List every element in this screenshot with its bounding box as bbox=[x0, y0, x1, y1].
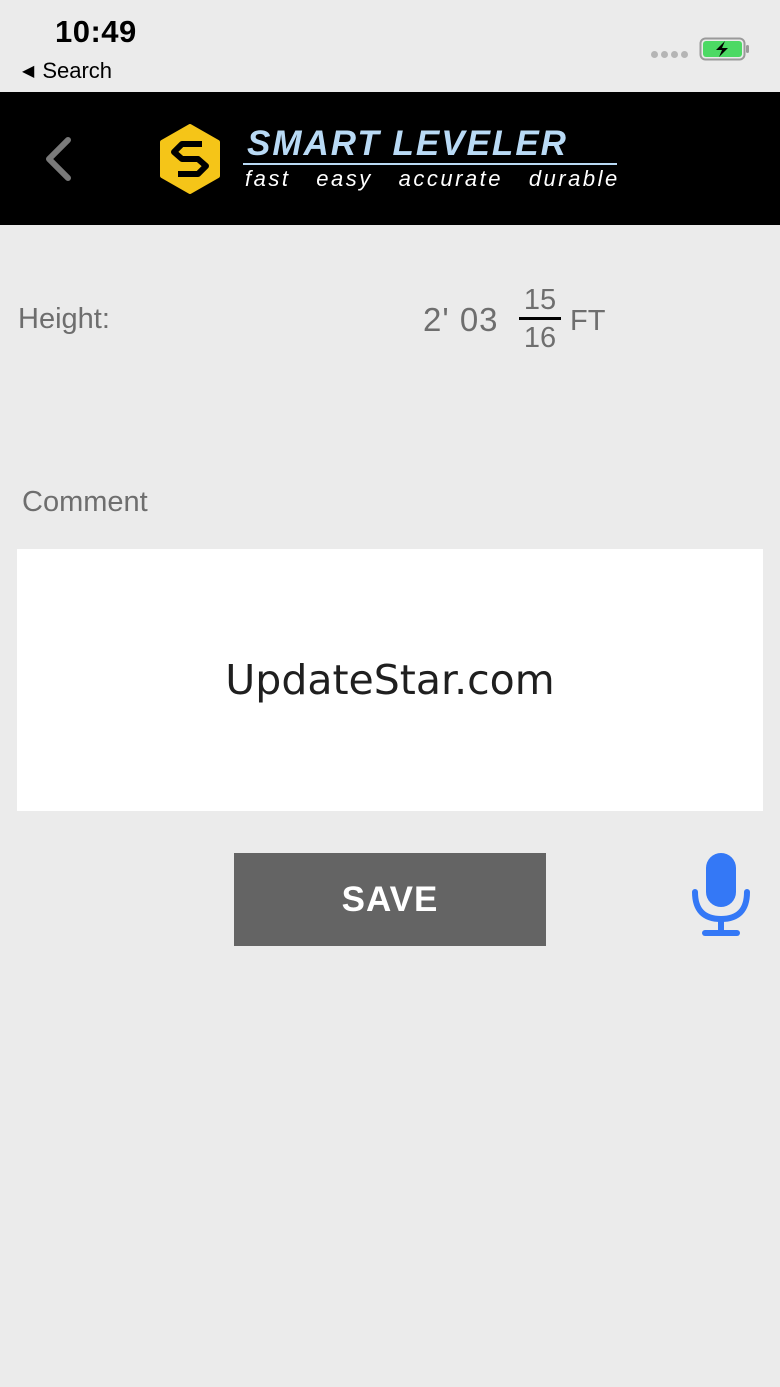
battery-charging-icon bbox=[699, 37, 749, 61]
comment-label: Comment bbox=[22, 486, 148, 518]
brand-divider bbox=[243, 163, 617, 165]
height-unit: FT bbox=[570, 305, 606, 337]
height-feet-inches: 2' 03 bbox=[423, 301, 499, 338]
fraction-numerator: 15 bbox=[523, 284, 557, 316]
brand-name: SMART LEVELER bbox=[247, 124, 568, 163]
back-app-label: Search bbox=[42, 58, 113, 83]
signal-strength-icon bbox=[651, 51, 688, 58]
status-bar: 10:49 ◀ Search bbox=[0, 0, 780, 92]
save-button[interactable]: SAVE bbox=[234, 853, 546, 946]
chevron-left-icon[interactable] bbox=[40, 136, 76, 182]
height-label: Height: bbox=[18, 303, 110, 335]
comment-value: UpdateStar.com bbox=[225, 656, 555, 704]
fraction-denominator: 16 bbox=[523, 322, 557, 354]
microphone-icon[interactable] bbox=[690, 852, 752, 938]
brand-tagline: fast easy accurate durable bbox=[245, 166, 620, 191]
app-header: SMART LEVELER fast easy accurate durable bbox=[0, 92, 780, 225]
comment-field[interactable]: UpdateStar.com bbox=[17, 549, 763, 811]
back-triangle-icon: ◀ bbox=[22, 63, 35, 80]
status-time: 10:49 bbox=[55, 14, 137, 49]
logo-mark-icon bbox=[160, 124, 220, 194]
smart-leveler-logo: SMART LEVELER fast easy accurate durable bbox=[155, 122, 625, 196]
back-to-search-link[interactable]: ◀ Search bbox=[22, 58, 112, 84]
height-fraction: 15 16 bbox=[519, 284, 561, 354]
